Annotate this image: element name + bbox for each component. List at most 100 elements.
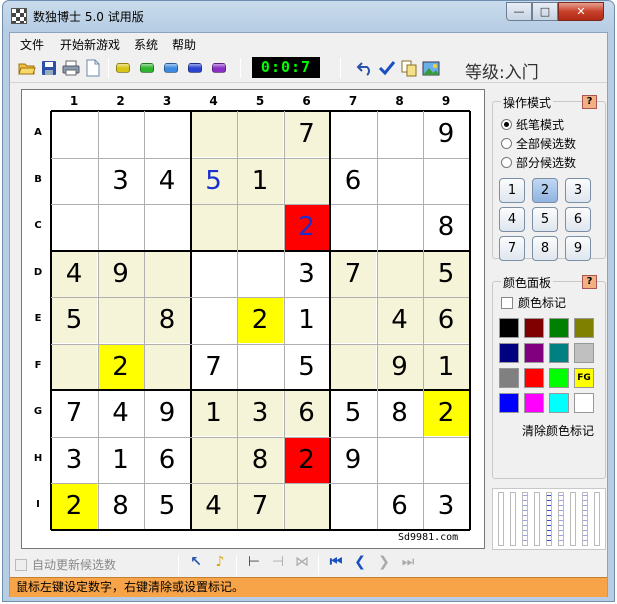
check-icon[interactable] — [378, 59, 396, 77]
first-step-icon[interactable]: ⏮ — [328, 554, 344, 570]
color-swatch[interactable] — [549, 368, 569, 388]
menu-new-game[interactable]: 开始新游戏 — [60, 36, 120, 53]
grid-cell[interactable]: 3 — [284, 251, 330, 297]
color-swatch[interactable] — [524, 343, 544, 363]
grid-cell[interactable]: 4 — [98, 390, 144, 436]
mode-help-button[interactable]: ? — [582, 95, 597, 109]
grid-cell[interactable]: 1 — [190, 390, 237, 436]
tree-remove-icon[interactable]: ⋈ — [294, 554, 310, 570]
open-folder-icon[interactable] — [18, 59, 36, 77]
grid-cell[interactable]: 9 — [423, 111, 469, 157]
grid-cell[interactable]: 6 — [283, 390, 330, 436]
grid-cell[interactable]: 3 — [423, 483, 469, 529]
grid-cell[interactable] — [283, 157, 330, 204]
grid-cell[interactable]: 5 — [284, 344, 330, 390]
color-swatch[interactable] — [499, 368, 519, 388]
grid-cell[interactable]: 8 — [144, 297, 190, 343]
light-blue-level-button[interactable] — [164, 63, 178, 73]
grid-cell[interactable]: 1 — [284, 297, 330, 343]
grid-cell[interactable]: 5 — [423, 250, 469, 297]
radio-partial-candidates[interactable]: 部分候选数 — [501, 154, 576, 171]
grid-cell[interactable] — [51, 111, 97, 157]
grid-cell[interactable]: 2 — [283, 204, 330, 250]
grid-cell[interactable]: 4 — [190, 483, 237, 529]
color-swatch[interactable]: FG — [574, 368, 594, 388]
minimize-button[interactable]: — — [506, 2, 532, 21]
digit-button[interactable]: 3 — [565, 178, 591, 203]
grid-cell[interactable]: 2 — [51, 483, 97, 529]
grid-cell[interactable] — [423, 158, 469, 204]
grid-cell[interactable] — [237, 344, 283, 390]
color-swatch[interactable] — [524, 318, 544, 338]
close-button[interactable]: ✕ — [558, 2, 604, 21]
grid-cell[interactable]: 1 — [423, 343, 469, 390]
grid-cell[interactable] — [377, 158, 423, 204]
grid-cell[interactable] — [51, 343, 97, 390]
grid-cell[interactable] — [144, 111, 190, 157]
grid-cell[interactable]: 3 — [98, 158, 144, 204]
grid-cell[interactable]: 2 — [283, 436, 330, 483]
color-swatch[interactable] — [549, 393, 569, 413]
print-icon[interactable] — [62, 59, 80, 77]
grid-cell[interactable]: 9 — [97, 250, 144, 297]
grid-cell[interactable] — [330, 204, 376, 250]
grid-cell[interactable] — [190, 111, 237, 157]
grid-cell[interactable]: 8 — [423, 204, 469, 250]
hint-pointer-icon[interactable]: ↖ — [188, 554, 204, 570]
color-help-button[interactable]: ? — [582, 275, 597, 289]
digit-button[interactable]: 7 — [499, 236, 525, 261]
grid-cell[interactable] — [283, 483, 330, 529]
grid-cell[interactable] — [237, 111, 283, 157]
grid-cell[interactable]: 6 — [377, 483, 423, 529]
bell-icon[interactable]: ♪ — [212, 554, 228, 570]
grid-cell[interactable]: 6 — [330, 158, 376, 204]
grid-cell[interactable]: 4 — [144, 158, 190, 204]
color-swatch[interactable] — [524, 393, 544, 413]
grid-cell[interactable]: 7 — [51, 390, 97, 436]
grid-cell[interactable]: 7 — [191, 344, 237, 390]
grid-cell[interactable]: 2 — [237, 297, 283, 343]
grid-cell[interactable]: 3 — [237, 390, 283, 436]
clear-color-marks-button[interactable]: 清除颜色标记 — [522, 422, 594, 439]
color-mark-checkbox[interactable]: 颜色标记 — [501, 294, 566, 311]
green-level-button[interactable] — [140, 63, 154, 73]
grid-cell[interactable]: 4 — [51, 250, 97, 297]
grid-cell[interactable] — [330, 343, 376, 390]
color-swatch[interactable] — [574, 343, 594, 363]
grid-cell[interactable]: 5 — [330, 390, 376, 436]
grid-cell[interactable]: 2 — [97, 343, 144, 390]
grid-cell[interactable] — [237, 204, 283, 250]
grid-cell[interactable] — [237, 251, 283, 297]
grid-cell[interactable] — [330, 111, 376, 157]
grid-cell[interactable]: 9 — [330, 437, 376, 483]
grid-cell[interactable] — [377, 437, 423, 483]
grid-cell[interactable]: 5 — [51, 297, 97, 343]
grid-cell[interactable] — [190, 436, 237, 483]
menu-help[interactable]: 帮助 — [172, 36, 196, 53]
picture-icon[interactable] — [422, 59, 440, 77]
grid-cell[interactable] — [423, 437, 469, 483]
grid-cell[interactable]: 6 — [423, 297, 469, 343]
purple-level-button[interactable] — [212, 63, 226, 73]
grid-cell[interactable] — [376, 250, 423, 297]
grid-cell[interactable] — [377, 111, 423, 157]
grid-cell[interactable] — [98, 204, 144, 250]
color-swatch[interactable] — [499, 393, 519, 413]
color-swatch[interactable] — [574, 393, 594, 413]
digit-button[interactable]: 6 — [565, 207, 591, 232]
next-step-icon[interactable]: ❯ — [376, 554, 392, 570]
grid-cell[interactable] — [144, 204, 190, 250]
digit-button[interactable]: 5 — [532, 207, 558, 232]
grid-cell[interactable]: 6 — [144, 437, 190, 483]
grid-cell[interactable]: 7 — [283, 111, 330, 157]
undo-icon[interactable] — [356, 59, 374, 77]
grid-cell[interactable]: 5 — [190, 157, 237, 204]
digit-button[interactable]: 4 — [499, 207, 525, 232]
grid-cell[interactable]: 3 — [51, 437, 97, 483]
grid-cell[interactable]: 2 — [423, 390, 469, 436]
color-swatch[interactable] — [574, 318, 594, 338]
grid-cell[interactable] — [51, 204, 97, 250]
menu-system[interactable]: 系统 — [134, 36, 158, 53]
maximize-button[interactable]: □ — [532, 2, 558, 21]
grid-cell[interactable] — [330, 483, 376, 529]
